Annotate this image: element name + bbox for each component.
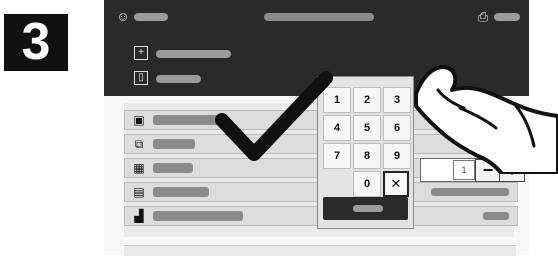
clear-button[interactable]: ✕ bbox=[383, 171, 409, 197]
printer-icon: ⎙ bbox=[477, 9, 489, 24]
step-badge: 3 bbox=[4, 14, 68, 71]
key-8[interactable]: 8 bbox=[353, 143, 381, 169]
printer-label bbox=[494, 13, 520, 21]
setting-label-3 bbox=[153, 163, 193, 173]
key-0[interactable]: 0 bbox=[353, 171, 381, 197]
ok-button[interactable] bbox=[323, 197, 408, 220]
setting-label-5 bbox=[153, 211, 243, 221]
checkmark-icon bbox=[215, 71, 333, 161]
key-2[interactable]: 2 bbox=[353, 87, 381, 113]
document-icon: + bbox=[134, 46, 148, 60]
key-5[interactable]: 5 bbox=[353, 115, 381, 141]
tray-icon: ▦ bbox=[133, 161, 145, 175]
setting-label-2 bbox=[153, 139, 195, 149]
doc-icon: ▣ bbox=[133, 113, 145, 127]
finish-icon: ▟ bbox=[134, 209, 144, 223]
list-footer bbox=[124, 245, 516, 256]
panel-title bbox=[264, 13, 374, 21]
hand-pointer-icon bbox=[414, 65, 558, 174]
setting-value-4 bbox=[431, 188, 509, 196]
setting-label-4 bbox=[153, 187, 209, 197]
user-icon: ☺ bbox=[116, 9, 130, 24]
copy-icon: ⧉ bbox=[134, 137, 144, 151]
layout-icon: ▤ bbox=[133, 185, 145, 199]
setting-value-5 bbox=[483, 212, 509, 220]
document-label bbox=[156, 50, 231, 58]
ok-button-label bbox=[353, 205, 383, 212]
page-label bbox=[156, 75, 201, 83]
user-label bbox=[134, 13, 168, 21]
page-icon: ▯ bbox=[134, 71, 148, 85]
